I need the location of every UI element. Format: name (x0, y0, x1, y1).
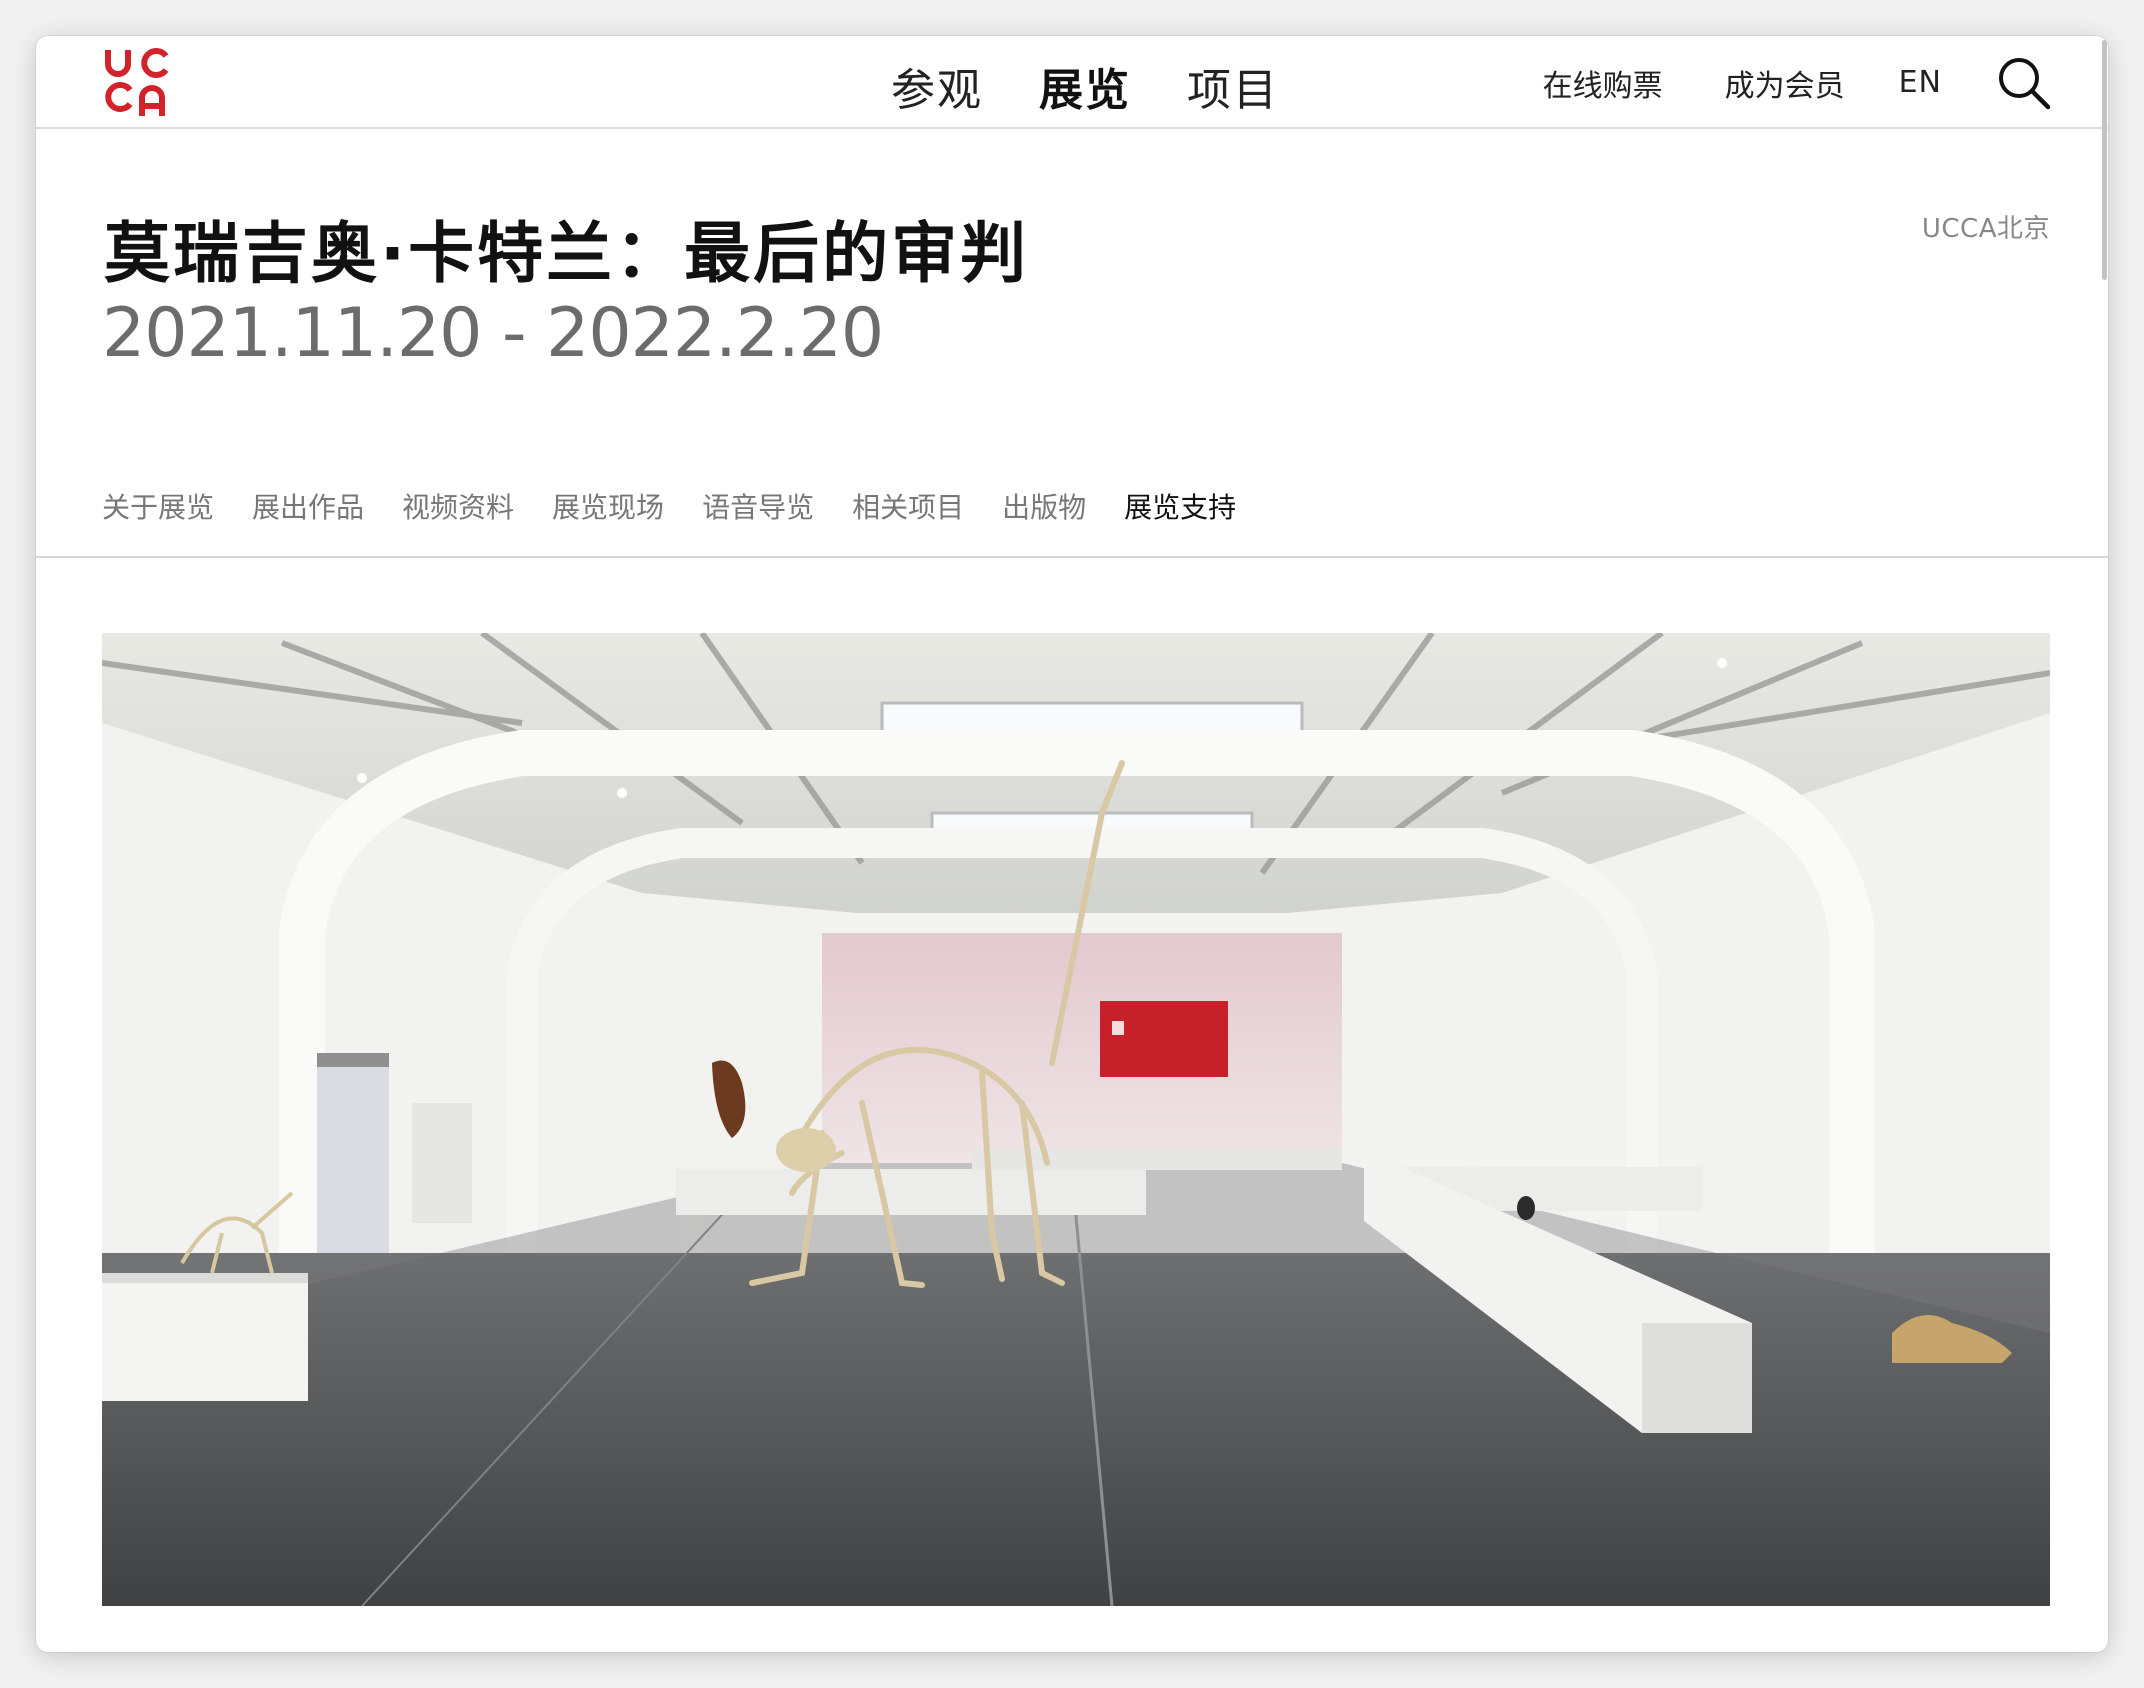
section-divider (36, 556, 2108, 558)
nav-item-visit[interactable]: 参观 (891, 54, 983, 118)
tab-about[interactable]: 关于展览 (102, 486, 214, 526)
site-header: 参观 展览 项目 在线购票 成为会员 EN (36, 36, 2108, 129)
tab-related-programs[interactable]: 相关项目 (852, 486, 964, 526)
membership-link[interactable]: 成为会员 (1725, 61, 1845, 105)
exhibition-title: 莫瑞吉奥·卡特兰：最后的审判 (104, 215, 1030, 292)
exhibition-hero-image[interactable] (102, 633, 2050, 1606)
tab-publications[interactable]: 出版物 (1002, 486, 1086, 526)
tab-audio-guide[interactable]: 语音导览 (702, 486, 814, 526)
language-toggle[interactable]: EN (1899, 65, 1942, 100)
tab-works[interactable]: 展出作品 (252, 486, 364, 526)
nav-item-exhibitions[interactable]: 展览 (1039, 54, 1131, 118)
utility-nav: 在线购票 成为会员 EN (1543, 36, 2108, 129)
exhibition-subnav: 关于展览 展出作品 视频资料 展览现场 语音导览 相关项目 出版物 展览支持 (102, 486, 1274, 526)
search-icon (1999, 57, 2051, 109)
venue-label: UCCA北京 (1921, 214, 2050, 244)
nav-item-programs[interactable]: 项目 (1187, 54, 1279, 118)
page-scrollbar[interactable] (2100, 36, 2108, 1652)
tab-installation-views[interactable]: 展览现场 (552, 486, 664, 526)
ucca-logo[interactable] (102, 46, 174, 118)
tab-videos[interactable]: 视频资料 (402, 486, 514, 526)
tab-support[interactable]: 展览支持 (1124, 486, 1236, 526)
scrollbar-thumb[interactable] (2102, 40, 2107, 280)
installation-view-illustration (102, 633, 2050, 1606)
ucca-logo-mark (105, 48, 169, 116)
exhibition-dates: 2021.11.20 - 2022.2.20 (102, 294, 884, 373)
buy-tickets-link[interactable]: 在线购票 (1543, 61, 1663, 105)
browser-window: 参观 展览 项目 在线购票 成为会员 EN UCCA北京 莫瑞吉奥·卡特兰：最后… (36, 36, 2108, 1652)
search-button[interactable] (1996, 55, 2052, 111)
main-nav: 参观 展览 项目 (891, 54, 1279, 118)
